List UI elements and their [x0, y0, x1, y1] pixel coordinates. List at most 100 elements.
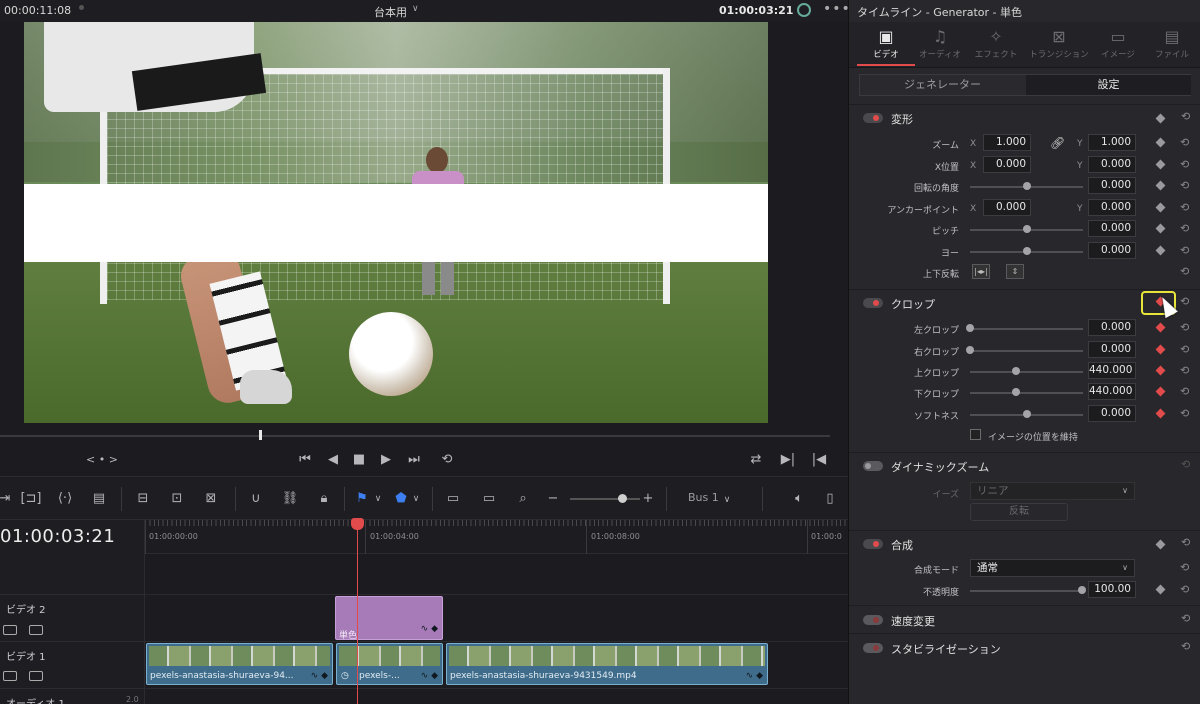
reset-icon[interactable]: ⟲ [1180, 343, 1189, 356]
audio-meter-icon[interactable]: ▯ [822, 489, 838, 509]
reset-icon[interactable]: ⟲ [1180, 158, 1189, 171]
crop-top-slider[interactable] [970, 371, 1083, 373]
more-options-icon[interactable]: ••• [823, 1, 851, 17]
reset-icon[interactable]: ⟲ [1180, 136, 1189, 149]
swap-button[interactable]: 反転 [970, 503, 1068, 521]
flip-horizontal-icon[interactable]: |◂▸| [972, 264, 990, 279]
viewer-scrubber-bar[interactable] [0, 435, 830, 437]
loop-icon[interactable]: ⟲ [436, 448, 458, 472]
composite-mode-dropdown[interactable]: 通常 ∨ [970, 559, 1135, 577]
retain-position-checkbox[interactable] [970, 429, 981, 440]
reset-icon[interactable]: ⟲ [1180, 583, 1189, 596]
zoom-in-icon[interactable]: + [641, 489, 655, 509]
speed-toggle[interactable] [863, 615, 883, 625]
go-to-start-icon[interactable]: ⏮ [294, 448, 316, 472]
playhead-handle[interactable] [351, 518, 364, 530]
pitch-slider-knob[interactable] [1023, 225, 1031, 233]
reset-icon[interactable]: ⟲ [1180, 407, 1189, 420]
flag-dropdown-icon[interactable]: ∨ [372, 489, 384, 509]
nav-arrows-button[interactable]: < • > [82, 448, 122, 472]
dynamic-zoom-toggle[interactable] [863, 461, 883, 471]
timeline-name-dropdown[interactable]: 台本用 [374, 4, 407, 20]
blade-icon[interactable]: ▤ [88, 489, 110, 509]
reset-icon[interactable]: ⟲ [1180, 179, 1189, 192]
lock-icon[interactable]: 🔒︎ [314, 489, 334, 509]
softness-input[interactable]: 0.000 [1088, 405, 1136, 422]
yaw-input[interactable]: 0.000 [1088, 242, 1136, 259]
reset-icon[interactable]: ⟲ [1181, 110, 1190, 123]
video-clip[interactable]: pexels-anastasia-shuraeva-9431549.mp4 ∿ … [446, 643, 768, 685]
reset-icon[interactable]: ⟲ [1180, 295, 1189, 308]
reset-icon[interactable]: ⟲ [1180, 385, 1189, 398]
ease-dropdown[interactable]: リニア ∨ [970, 482, 1135, 500]
crop-bottom-slider[interactable] [970, 392, 1083, 394]
reset-icon[interactable]: ⟲ [1180, 321, 1189, 334]
flag-icon[interactable]: ⚑ [354, 489, 370, 509]
subtab-generator[interactable]: ジェネレーター [860, 75, 1025, 95]
marker-icon[interactable]: ⬟ [394, 489, 408, 509]
next-edit-icon[interactable]: ▶| [778, 448, 798, 472]
play-reverse-icon[interactable]: ◀ [323, 448, 343, 472]
prev-edit-icon[interactable]: |◀ [809, 448, 829, 472]
reset-icon[interactable]: ⟲ [1180, 561, 1189, 574]
timeline-zoom-slider[interactable] [570, 498, 640, 500]
position-x-input[interactable]: 0.000 [983, 156, 1031, 173]
track-header-audio-1[interactable]: オーディオ 1 2.0 [0, 688, 145, 704]
opacity-slider[interactable] [970, 590, 1083, 592]
chevron-down-icon[interactable]: ∨ [412, 4, 419, 14]
video-preview[interactable] [24, 22, 768, 423]
opacity-knob[interactable] [1078, 586, 1086, 594]
select-mode-icon[interactable]: ⇥ [0, 489, 12, 509]
stop-icon[interactable]: ■ [349, 448, 369, 472]
crop-left-input[interactable]: 0.000 [1088, 319, 1136, 336]
overwrite-clip-icon[interactable]: ⊡ [166, 489, 188, 509]
crop-left-slider[interactable] [970, 328, 1083, 330]
tab-audio[interactable]: ♫ オーディオ [911, 26, 969, 66]
reset-icon[interactable]: ⟲ [1180, 201, 1189, 214]
reset-icon[interactable]: ⟲ [1180, 222, 1189, 235]
viewer-scrubber-head[interactable] [259, 430, 262, 440]
composite-toggle[interactable] [863, 539, 883, 549]
linked-selection-icon[interactable]: ⛓ [280, 489, 300, 509]
play-icon[interactable]: ▶ [376, 448, 396, 472]
reset-icon[interactable]: ⟲ [1180, 265, 1189, 278]
tab-file[interactable]: ▤ ファイル [1143, 26, 1200, 66]
crop-right-knob[interactable] [966, 346, 974, 354]
link-icon[interactable]: 🔗︎ [1050, 136, 1065, 150]
track-header-video-2[interactable]: ビデオ 2 [0, 594, 145, 641]
softness-knob[interactable] [1023, 410, 1031, 418]
zoom-custom-icon[interactable]: ⌕ [510, 489, 536, 509]
zoom-y-input[interactable]: 1.000 [1088, 134, 1136, 151]
reset-icon[interactable]: ⟲ [1181, 458, 1190, 471]
go-to-end-icon[interactable]: ⏭ [403, 448, 425, 472]
insert-clip-icon[interactable]: ⊟ [130, 489, 156, 509]
timeline-ruler[interactable]: 01:00:00:00 01:00:04:00 01:00:08:00 01:0… [145, 520, 848, 554]
zoom-detail-icon[interactable]: ▭ [476, 489, 502, 509]
dynamic-trim-icon[interactable]: ⟨·⟩ [52, 489, 78, 509]
keyframe-icon[interactable] [1155, 539, 1166, 550]
anchor-x-input[interactable]: 0.000 [983, 199, 1031, 216]
crop-bottom-input[interactable]: 440.000 [1088, 383, 1136, 400]
video-clip[interactable]: ◷ pexels-... ∿ ◆ [336, 643, 443, 685]
reset-icon[interactable]: ⟲ [1180, 244, 1189, 257]
zoom-x-input[interactable]: 1.000 [983, 134, 1031, 151]
video-clip[interactable]: pexels-anastasia-shuraeva-94... ∿ ◆ [146, 643, 333, 685]
track-monitor-icon[interactable] [29, 625, 43, 635]
color-scope-icon[interactable] [797, 3, 811, 17]
position-y-input[interactable]: 0.000 [1088, 156, 1136, 173]
crop-bottom-knob[interactable] [1012, 388, 1020, 396]
anchor-y-input[interactable]: 0.000 [1088, 199, 1136, 216]
crop-right-slider[interactable] [970, 350, 1083, 352]
flip-vertical-icon[interactable]: ⇕ [1006, 264, 1024, 279]
stabilization-toggle[interactable] [863, 643, 883, 653]
reset-icon[interactable]: ⟲ [1181, 612, 1190, 625]
tab-effects[interactable]: ✧ エフェクト [967, 26, 1025, 66]
timeline-zoom-knob[interactable] [618, 494, 627, 503]
marker-dropdown-icon[interactable]: ∨ [410, 489, 422, 509]
crop-top-knob[interactable] [1012, 367, 1020, 375]
zoom-full-icon[interactable]: ▭ [440, 489, 466, 509]
match-frame-icon[interactable]: ⇄ [745, 448, 767, 472]
snapping-icon[interactable]: ∪ [246, 489, 266, 509]
crop-left-knob[interactable] [966, 324, 974, 332]
generator-clip[interactable]: 単色 ∿ ◆ [335, 596, 443, 641]
